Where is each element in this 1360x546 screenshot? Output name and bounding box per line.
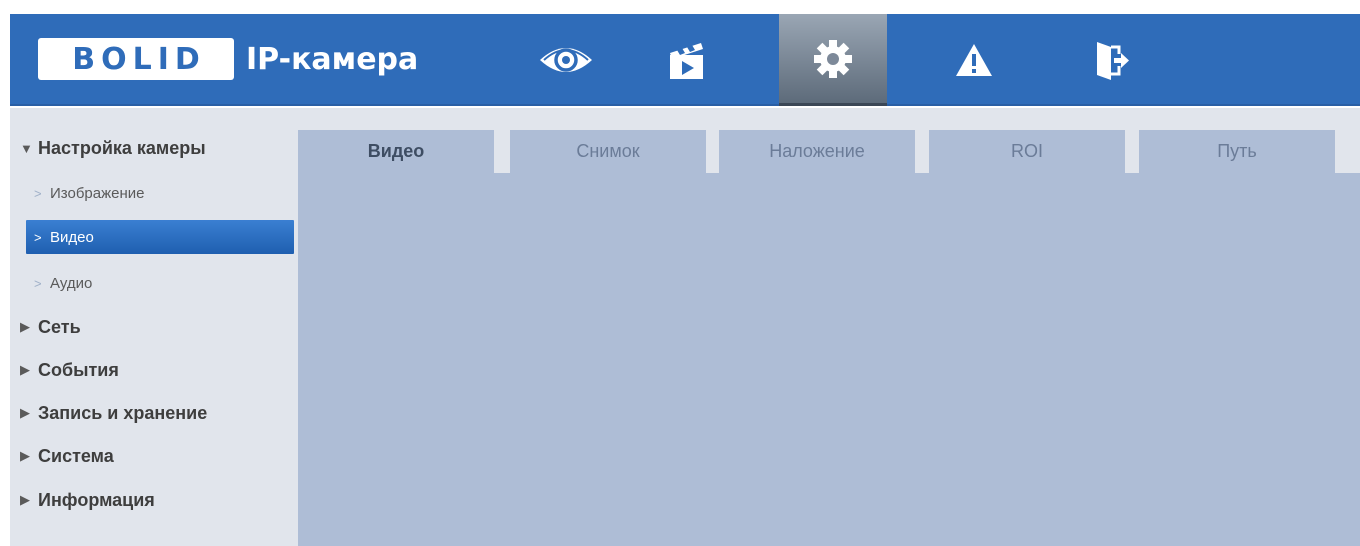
- tab-video[interactable]: Видео: [298, 130, 494, 173]
- nav-playback[interactable]: [633, 14, 741, 106]
- logo-text: BOLID: [72, 41, 206, 77]
- top-header: BOLID IP-камера: [10, 14, 1360, 106]
- chevron-right-icon: >: [34, 185, 42, 201]
- triangle-right-icon: ▶: [20, 448, 30, 463]
- clapperboard-icon: [667, 39, 707, 81]
- sidebar-item-label: Настройка камеры: [38, 137, 206, 158]
- exit-icon: [1091, 38, 1131, 82]
- nav-logout[interactable]: [1057, 14, 1165, 106]
- nav-setup[interactable]: [779, 14, 887, 106]
- brand-logo: BOLID: [38, 38, 234, 80]
- eye-icon: [537, 40, 595, 80]
- sidebar-item-video[interactable]: > Видео: [26, 220, 294, 254]
- chevron-right-icon: >: [34, 229, 42, 245]
- gear-icon: [812, 38, 854, 80]
- sidebar-item-label: Система: [38, 445, 114, 466]
- content-panel: [298, 108, 1360, 546]
- warning-icon: [954, 42, 994, 78]
- sidebar-item-audio[interactable]: > Аудио: [10, 266, 298, 300]
- sidebar-item-storage[interactable]: ▶ Запись и хранение: [10, 396, 298, 430]
- triangle-down-icon: ▼: [20, 140, 33, 156]
- chevron-right-icon: >: [34, 275, 42, 291]
- triangle-right-icon: ▶: [20, 405, 30, 420]
- sidebar-item-label: События: [38, 359, 119, 380]
- sidebar-item-system[interactable]: ▶ Система: [10, 439, 298, 473]
- app-title: IP-камера: [246, 42, 419, 77]
- sidebar-item-label: Видео: [50, 228, 94, 246]
- tab-overlay[interactable]: Наложение: [719, 130, 915, 173]
- sidebar-item-information[interactable]: ▶ Информация: [10, 483, 298, 517]
- nav-live-view[interactable]: [512, 14, 620, 106]
- triangle-right-icon: ▶: [20, 492, 30, 507]
- sidebar-item-camera-setup[interactable]: ▼ Настройка камеры: [10, 131, 298, 165]
- sidebar-item-label: Изображение: [50, 184, 145, 202]
- sidebar: ▼ Настройка камеры > Изображение > Видео…: [10, 108, 298, 546]
- sidebar-item-label: Аудио: [50, 274, 93, 292]
- sidebar-item-label: Информация: [38, 489, 155, 510]
- sidebar-item-network[interactable]: ▶ Сеть: [10, 310, 298, 344]
- tab-roi[interactable]: ROI: [929, 130, 1125, 173]
- tab-snapshot[interactable]: Снимок: [510, 130, 706, 173]
- triangle-right-icon: ▶: [20, 362, 30, 377]
- triangle-right-icon: ▶: [20, 319, 30, 334]
- sidebar-item-image[interactable]: > Изображение: [10, 176, 298, 210]
- nav-alarm[interactable]: [920, 14, 1028, 106]
- tab-bar: Видео Снимок Наложение ROI Путь: [298, 108, 1360, 173]
- sidebar-item-events[interactable]: ▶ События: [10, 353, 298, 387]
- sidebar-item-label: Запись и хранение: [38, 402, 208, 423]
- tab-path[interactable]: Путь: [1139, 130, 1335, 173]
- sidebar-item-label: Сеть: [38, 316, 81, 337]
